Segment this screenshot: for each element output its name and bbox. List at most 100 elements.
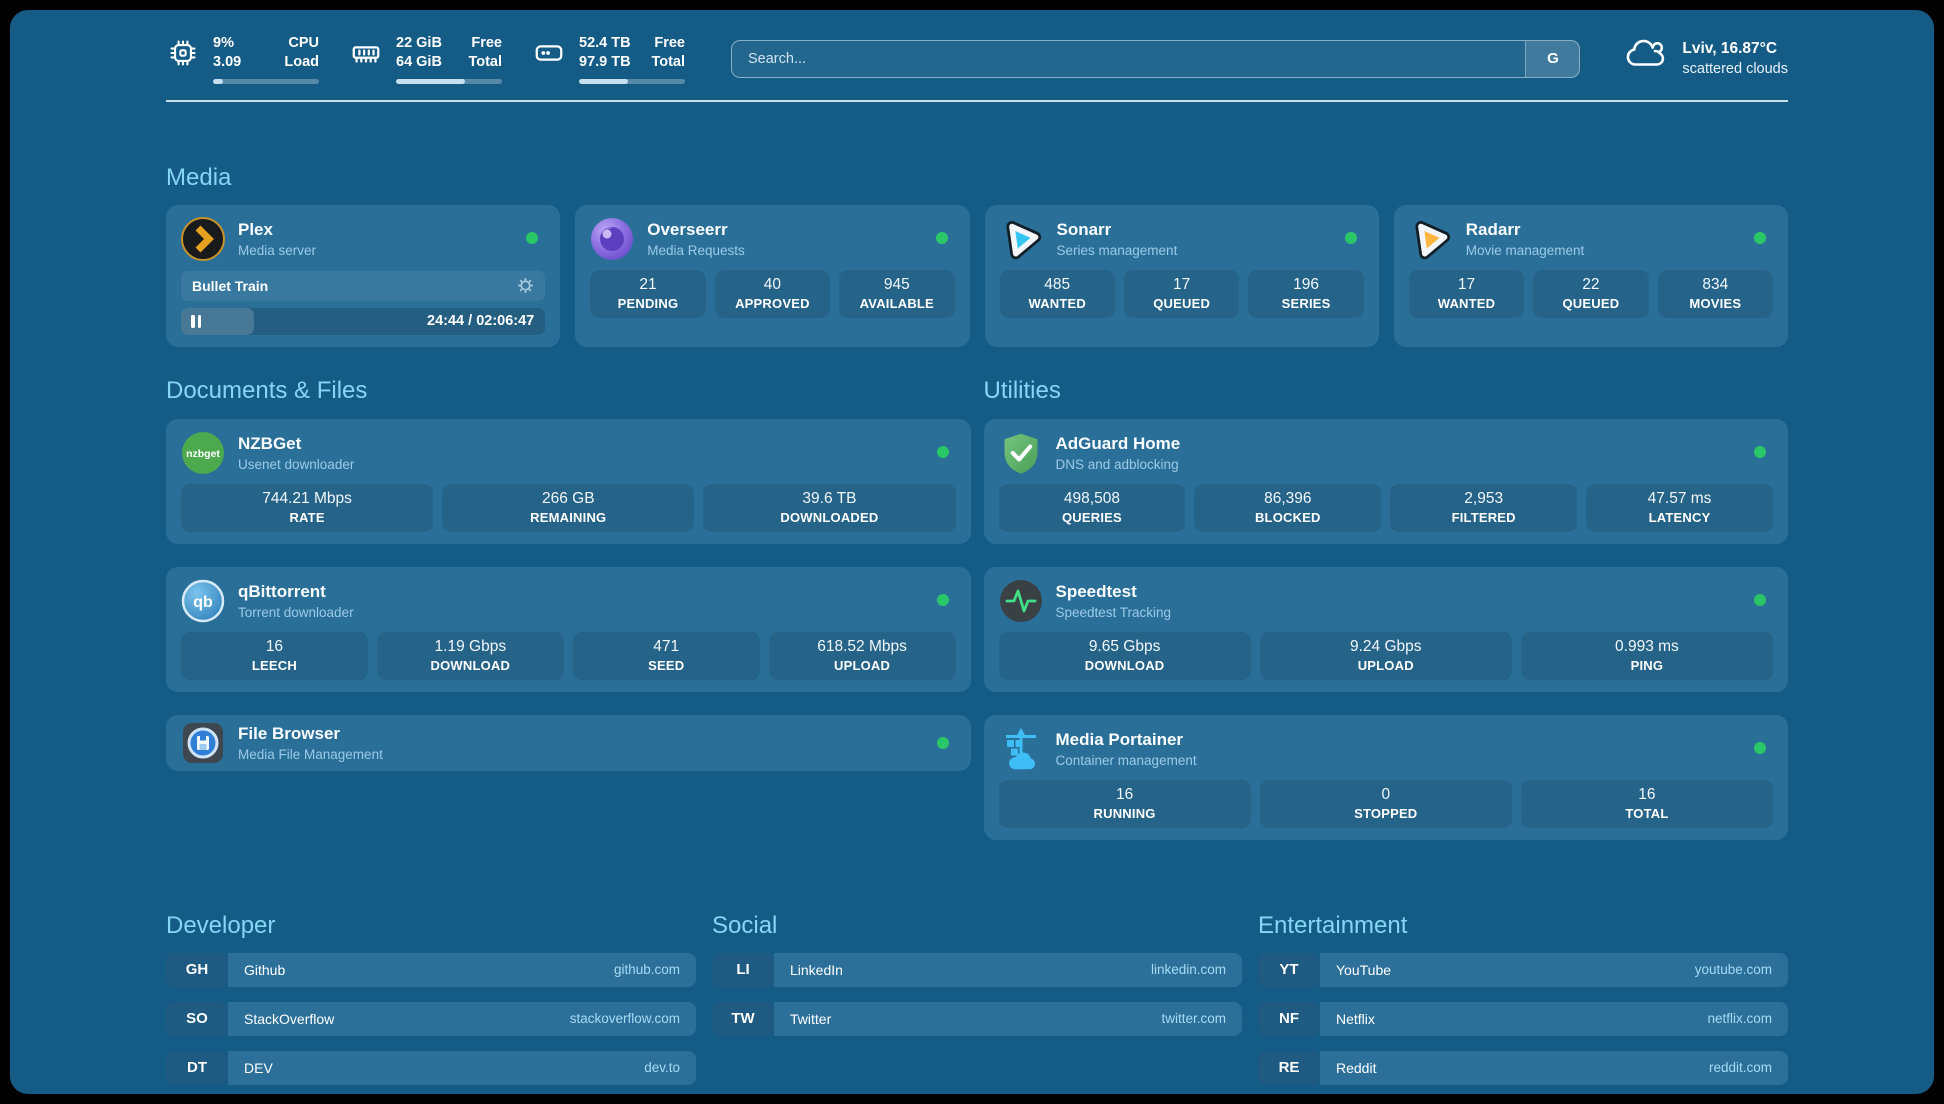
stat-tile: 17 WANTED bbox=[1409, 270, 1524, 318]
media-section-title: Media bbox=[166, 164, 1788, 192]
stat-tile: 266 GB REMAINING bbox=[442, 484, 694, 532]
status-dot bbox=[1754, 446, 1766, 458]
pause-icon[interactable] bbox=[191, 315, 201, 328]
nzbget-card[interactable]: nzbget NZBGet Usenet downloader 744.21 M… bbox=[166, 419, 971, 544]
disk-icon bbox=[532, 36, 566, 70]
system-stats: 9% 3.09 CPU Load bbox=[166, 34, 685, 84]
bookmark-abbr: SO bbox=[166, 1002, 228, 1036]
now-playing-title: Bullet Train bbox=[192, 278, 268, 294]
cpu-progress-bar bbox=[213, 79, 319, 84]
app-subtitle: Container management bbox=[1056, 753, 1197, 768]
weather-condition: scattered clouds bbox=[1682, 60, 1788, 80]
app-subtitle: Media File Management bbox=[238, 747, 383, 762]
memory-progress-bar bbox=[396, 79, 502, 84]
stat-tile: 39.6 TB DOWNLOADED bbox=[703, 484, 955, 532]
app-name: Radarr bbox=[1466, 220, 1585, 240]
stat-value: 1.19 Gbps bbox=[435, 638, 507, 656]
stat-value: 266 GB bbox=[542, 490, 595, 508]
bookmark-netflix[interactable]: NF Netflix netflix.com bbox=[1258, 1002, 1788, 1036]
playback-progress-bar[interactable]: 24:44 / 02:06:47 bbox=[181, 308, 545, 335]
app-name: File Browser bbox=[238, 724, 383, 744]
stat-value: 485 bbox=[1044, 276, 1070, 294]
filebrowser-icon bbox=[181, 721, 225, 765]
stat-label: DOWNLOAD bbox=[431, 658, 511, 673]
bookmark-github[interactable]: GH Github github.com bbox=[166, 953, 696, 987]
stat-value: 16 bbox=[266, 638, 283, 656]
search-engine-button[interactable]: G bbox=[1525, 41, 1579, 77]
stat-value: 744.21 Mbps bbox=[262, 490, 352, 508]
stat-label: LEECH bbox=[252, 658, 297, 673]
stat-value: 39.6 TB bbox=[802, 490, 856, 508]
app-name: qBittorrent bbox=[238, 582, 354, 602]
plex-card[interactable]: Plex Media server Bullet Train bbox=[166, 205, 560, 347]
app-name: NZBGet bbox=[238, 434, 354, 454]
disk-stat: 52.4 TB 97.9 TB Free Total bbox=[532, 34, 685, 84]
stat-value: 471 bbox=[653, 638, 679, 656]
stat-tile: 40 APPROVED bbox=[715, 270, 830, 318]
bookmark-linkedin[interactable]: LI LinkedIn linkedin.com bbox=[712, 953, 1242, 987]
qbittorrent-card[interactable]: qb qBittorrent Torrent downloader 16 LEE… bbox=[166, 567, 971, 692]
cloud-icon bbox=[1622, 37, 1668, 80]
bookmark-stackoverflow[interactable]: SO StackOverflow stackoverflow.com bbox=[166, 1002, 696, 1036]
stat-label: DOWNLOADED bbox=[780, 510, 878, 525]
weather-widget: Lviv, 16.87°C scattered clouds bbox=[1622, 37, 1788, 80]
bookmark-twitter[interactable]: TW Twitter twitter.com bbox=[712, 1002, 1242, 1036]
app-subtitle: DNS and adblocking bbox=[1056, 457, 1181, 472]
bookmark-url: github.com bbox=[614, 962, 680, 977]
stat-label: WANTED bbox=[1438, 296, 1496, 311]
weather-location-temp: Lviv, 16.87°C bbox=[1682, 39, 1788, 60]
radarr-icon bbox=[1409, 217, 1453, 261]
bookmark-name: Netflix bbox=[1336, 1011, 1375, 1027]
bookmark-abbr: RE bbox=[1258, 1051, 1320, 1085]
stat-value: 618.52 Mbps bbox=[817, 638, 907, 656]
documents-section-title: Documents & Files bbox=[166, 377, 971, 405]
stat-tile: 1.19 Gbps DOWNLOAD bbox=[377, 632, 564, 680]
stat-tile: 22 QUEUED bbox=[1533, 270, 1648, 318]
bookmark-youtube[interactable]: YT YouTube youtube.com bbox=[1258, 953, 1788, 987]
stat-label: STOPPED bbox=[1354, 806, 1417, 821]
status-dot bbox=[1754, 742, 1766, 754]
svg-text:qb: qb bbox=[193, 594, 213, 611]
developer-section-title: Developer bbox=[166, 912, 696, 940]
stat-tile: 9.24 Gbps UPLOAD bbox=[1260, 632, 1512, 680]
filebrowser-card[interactable]: File Browser Media File Management bbox=[166, 715, 971, 771]
speedtest-icon bbox=[999, 579, 1043, 623]
stat-tile: 21 PENDING bbox=[590, 270, 705, 318]
adguard-card[interactable]: AdGuard Home DNS and adblocking 498,508 … bbox=[984, 419, 1789, 544]
stat-tile: 834 MOVIES bbox=[1658, 270, 1773, 318]
bookmark-name: LinkedIn bbox=[790, 962, 843, 978]
app-name: Plex bbox=[238, 220, 316, 240]
stat-tile: 16 RUNNING bbox=[999, 780, 1251, 828]
app-name: Speedtest bbox=[1056, 582, 1172, 602]
bookmark-name: Github bbox=[244, 962, 285, 978]
cpu-usage-value: 9% bbox=[213, 34, 241, 53]
overseerr-card[interactable]: Overseerr Media Requests 21 PENDING 40 A… bbox=[575, 205, 969, 347]
top-bar: 9% 3.09 CPU Load bbox=[166, 34, 1788, 84]
settings-icon[interactable] bbox=[517, 277, 534, 294]
bookmark-abbr: TW bbox=[712, 1002, 774, 1036]
portainer-card[interactable]: Media Portainer Container management 16 … bbox=[984, 715, 1789, 840]
bookmark-abbr: LI bbox=[712, 953, 774, 987]
status-dot bbox=[937, 737, 949, 749]
stat-value: 86,396 bbox=[1264, 490, 1311, 508]
bookmark-url: stackoverflow.com bbox=[570, 1011, 680, 1026]
stat-label: TOTAL bbox=[1625, 806, 1668, 821]
search-input[interactable] bbox=[732, 41, 1525, 77]
stat-tile: 744.21 Mbps RATE bbox=[181, 484, 433, 532]
radarr-card[interactable]: Radarr Movie management 17 WANTED 22 QUE… bbox=[1394, 205, 1788, 347]
memory-total-label: Total bbox=[468, 53, 502, 72]
bookmark-url: reddit.com bbox=[1709, 1060, 1772, 1075]
documents-column: Documents & Files nzbget NZBGet Usenet d… bbox=[166, 377, 971, 771]
speedtest-card[interactable]: Speedtest Speedtest Tracking 9.65 Gbps D… bbox=[984, 567, 1789, 692]
bookmark-reddit[interactable]: RE Reddit reddit.com bbox=[1258, 1051, 1788, 1085]
disk-progress-bar bbox=[579, 79, 685, 84]
stat-value: 9.65 Gbps bbox=[1089, 638, 1161, 656]
stat-label: APPROVED bbox=[735, 296, 810, 311]
sonarr-card[interactable]: Sonarr Series management 485 WANTED 17 Q… bbox=[985, 205, 1379, 347]
stat-tile: 485 WANTED bbox=[1000, 270, 1115, 318]
stat-tile: 47.57 ms LATENCY bbox=[1586, 484, 1773, 532]
stat-tile: 2,953 FILTERED bbox=[1390, 484, 1577, 532]
qbittorrent-icon: qb bbox=[181, 579, 225, 623]
app-name: AdGuard Home bbox=[1056, 434, 1181, 454]
bookmark-dev[interactable]: DT DEV dev.to bbox=[166, 1051, 696, 1085]
